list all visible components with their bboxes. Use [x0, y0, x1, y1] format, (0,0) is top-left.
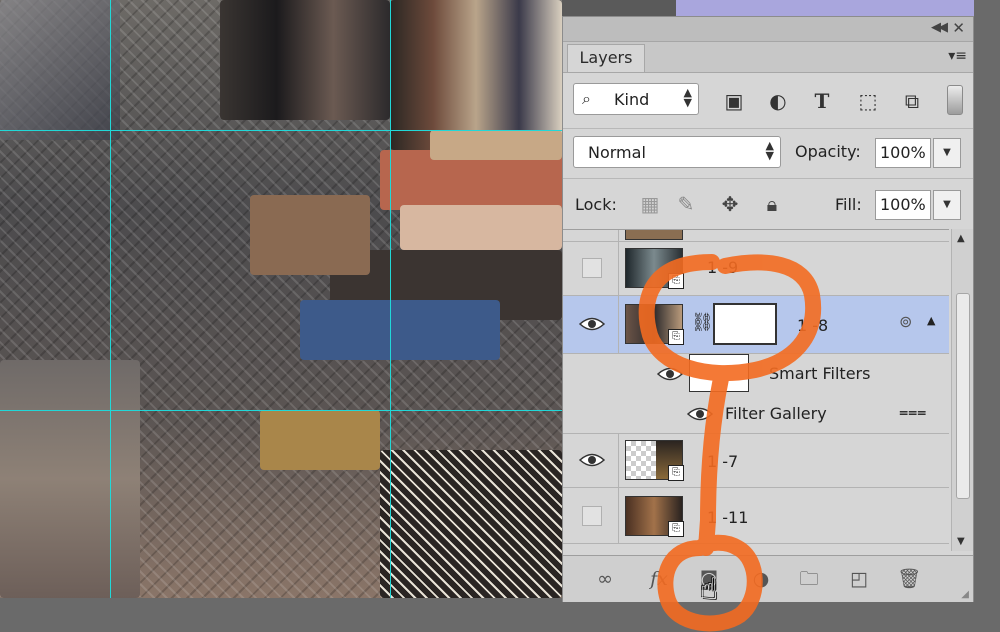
layer-name[interactable]: 1 -7	[707, 452, 738, 471]
visibility-cell	[563, 354, 619, 394]
layer-row-selected[interactable]: ⎘ ⛓ 1 -8 ⊚ ▲	[563, 296, 949, 354]
layer-mask-thumbnail[interactable]	[713, 303, 777, 345]
lavender-strip	[676, 0, 974, 16]
smart-object-badge-icon: ⎘	[668, 329, 684, 345]
blend-row: Normal ▲ ▼ Opacity: 100% ▼	[563, 128, 973, 177]
filter-blending-options-icon[interactable]: ⩶	[899, 402, 926, 422]
lock-all-icon[interactable]: 🔒︎	[759, 191, 785, 217]
visibility-cell[interactable]	[563, 296, 619, 353]
fill-dropdown-button[interactable]: ▼	[933, 190, 961, 220]
double-chevron-right-icon[interactable]: ◀◀	[931, 20, 948, 35]
guide-vertical[interactable]	[110, 0, 111, 598]
guide-vertical[interactable]	[390, 0, 391, 598]
new-group-icon[interactable]: 🗀	[795, 566, 823, 592]
layer-thumbnail: ⎘	[625, 440, 684, 481]
guide-horizontal[interactable]	[0, 410, 562, 411]
lock-position-icon[interactable]: ✥	[717, 191, 743, 217]
lock-pixels-icon[interactable]: ✎	[673, 191, 699, 217]
kind-select[interactable]: ⌕ Kind ▲ ▼	[573, 83, 699, 115]
eye-icon[interactable]	[687, 406, 713, 422]
scroll-up-icon[interactable]: ▲	[957, 233, 965, 244]
adjustment-layer-icon[interactable]: ◑	[747, 566, 775, 592]
link-layers-icon[interactable]: ∞	[591, 566, 619, 592]
eye-icon[interactable]	[579, 452, 605, 468]
guide-horizontal[interactable]	[0, 130, 562, 131]
layers-list[interactable]: ⎘ 1 -9 ⎘ ⛓ 1 -8 ⊚ ▲ Smart Filters Filter…	[563, 229, 949, 552]
scroll-down-icon[interactable]: ▼	[957, 536, 965, 547]
eye-icon[interactable]	[657, 366, 683, 382]
visibility-cell[interactable]	[563, 242, 619, 295]
opacity-input[interactable]: 100%	[875, 138, 931, 168]
tab-layers[interactable]: Layers	[567, 44, 645, 72]
shape-filter-icon[interactable]: ⬚	[855, 89, 881, 113]
pixel-filter-icon[interactable]: ▣	[721, 89, 747, 113]
layer-row[interactable]: ⎘ 1 -11	[563, 488, 949, 544]
smart-object-badge-icon: ⎘	[668, 273, 684, 289]
blend-mode-select[interactable]: Normal ▲ ▼	[573, 136, 781, 168]
smart-filter-mask-thumbnail[interactable]	[689, 354, 749, 392]
collapse-triangle-icon[interactable]: ▲	[927, 314, 935, 327]
visibility-off-box[interactable]	[582, 258, 602, 278]
filter-gallery-row[interactable]: Filter Gallery ⩶	[563, 394, 949, 434]
layer-thumbnail: ⎘	[625, 304, 684, 345]
layer-row[interactable]: ⎘ 1 -9	[563, 242, 949, 296]
pasteboard-bottom	[0, 598, 1000, 632]
tab-strip: Layers ▾≡	[563, 42, 973, 73]
smart-filters-label: Smart Filters	[769, 364, 871, 383]
layer-name[interactable]: 1 -9	[707, 258, 738, 277]
visibility-cell[interactable]	[563, 230, 619, 241]
layer-thumbnail: ⎘	[625, 496, 684, 537]
smart-object-badge-icon: ⎘	[668, 521, 684, 537]
chain-link-icon[interactable]: ⛓	[691, 312, 714, 333]
blend-mode-value: Normal	[588, 143, 646, 162]
layer-thumbnail: ⎘	[625, 248, 684, 289]
panel-title-bar[interactable]: ◀◀ ✕	[563, 17, 973, 42]
resize-grip-icon[interactable]: ◢	[961, 589, 969, 600]
type-filter-icon[interactable]: T	[809, 89, 835, 113]
layers-panel: ◀◀ ✕ Layers ▾≡ ⌕ Kind ▲ ▼ ▣ ◐ T ⬚ ⧉ Norma…	[562, 16, 974, 602]
updown-icon: ▲ ▼	[683, 86, 692, 109]
lock-label: Lock:	[575, 195, 617, 214]
fill-label: Fill:	[835, 195, 862, 214]
updown-icon: ▲ ▼	[765, 139, 774, 162]
layer-name[interactable]: 1 -8	[797, 316, 828, 335]
visibility-off-box[interactable]	[582, 506, 602, 526]
layer-name[interactable]: 1 -11	[707, 508, 748, 527]
layer-thumbnail	[625, 230, 683, 240]
smart-filter-indicator-icon[interactable]: ⊚	[899, 312, 912, 331]
scrollbar-thumb[interactable]	[956, 293, 970, 499]
close-icon[interactable]: ✕	[952, 19, 965, 37]
layers-bottom-toolbar: ∞ fx ◙ ◑ 🗀 ◰ 🗑 ◢	[563, 555, 973, 602]
fx-icon[interactable]: fx	[645, 566, 673, 592]
lock-transparent-icon[interactable]: ▦	[637, 191, 663, 217]
smart-filters-row[interactable]: Smart Filters	[563, 354, 949, 394]
lock-row: Lock: ▦ ✎ ✥ 🔒︎ Fill: 100% ▼	[563, 178, 973, 229]
layer-row[interactable]: ⎘ 1 -7	[563, 434, 949, 488]
filter-gallery-label[interactable]: Filter Gallery	[725, 404, 827, 423]
smart-object-filter-icon[interactable]: ⧉	[899, 89, 925, 113]
visibility-cell[interactable]	[563, 488, 619, 543]
filter-toggle[interactable]	[947, 85, 963, 115]
trash-icon[interactable]: 🗑	[895, 566, 923, 592]
panel-menu-icon[interactable]: ▾≡	[948, 48, 967, 64]
smart-object-badge-icon: ⎘	[668, 465, 684, 481]
kind-label: Kind	[614, 90, 650, 109]
layer-row-partial[interactable]	[563, 230, 949, 242]
filter-row: ⌕ Kind ▲ ▼ ▣ ◐ T ⬚ ⧉	[563, 75, 973, 125]
opacity-label: Opacity:	[795, 142, 861, 161]
layers-scrollbar[interactable]: ▲ ▼	[951, 229, 973, 551]
hand-cursor-icon: ☝	[700, 572, 719, 607]
canvas-image	[0, 0, 562, 598]
eye-icon[interactable]	[579, 316, 605, 332]
opacity-dropdown-button[interactable]: ▼	[933, 138, 961, 168]
fill-input[interactable]: 100%	[875, 190, 931, 220]
search-icon: ⌕	[582, 89, 591, 108]
pasteboard-right	[974, 0, 1000, 632]
adjustment-filter-icon[interactable]: ◐	[765, 89, 791, 113]
visibility-cell[interactable]	[563, 434, 619, 487]
new-layer-icon[interactable]: ◰	[845, 566, 873, 592]
